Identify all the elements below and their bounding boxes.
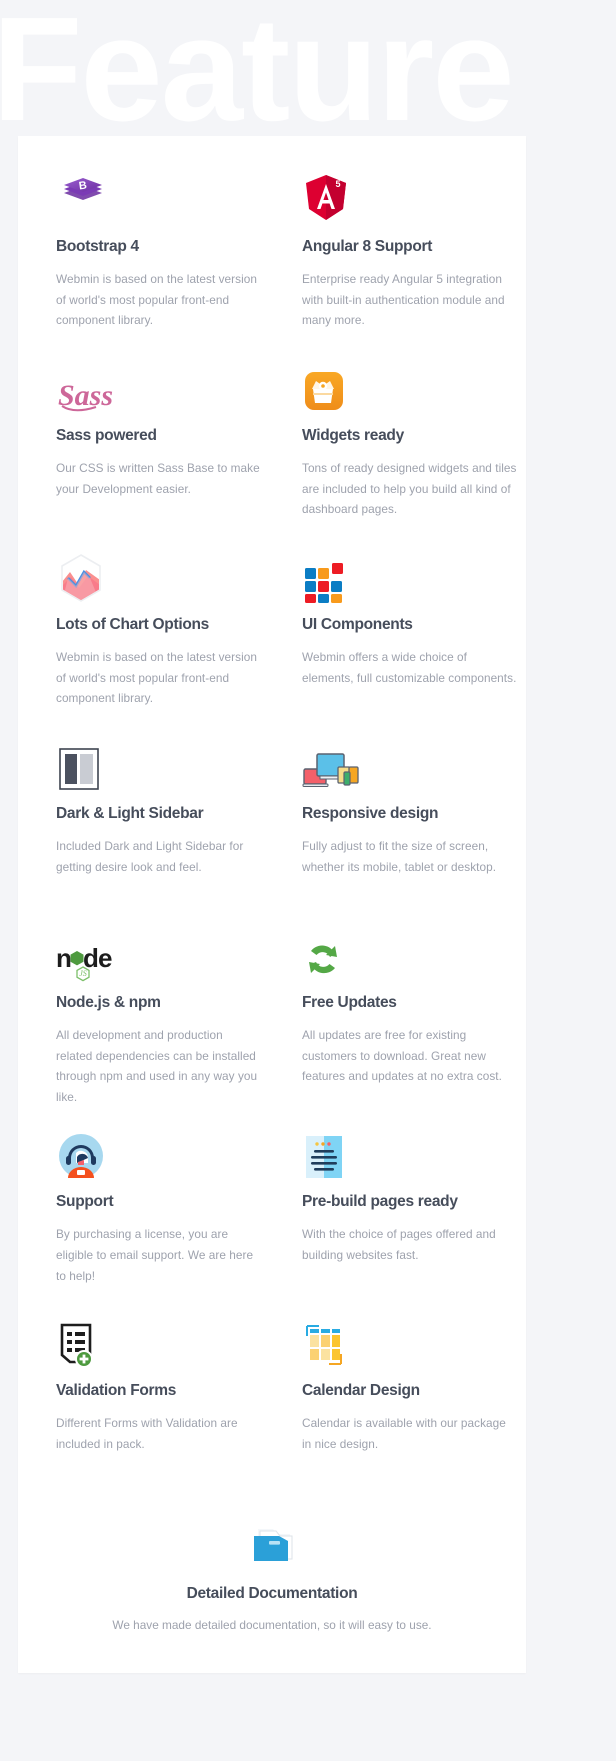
feature-title: Dark & Light Sidebar	[56, 805, 204, 822]
feature-description: Fully adjust to fit the size of screen, …	[302, 839, 497, 874]
feature-description: Included Dark and Light Sidebar for gett…	[56, 839, 244, 874]
feature-title: UI Components	[302, 616, 413, 633]
calendar-icon	[302, 1316, 526, 1370]
feature-title: Free Updates	[302, 994, 397, 1011]
feature-description: By purchasing a license, you are eligibl…	[56, 1227, 254, 1283]
chart-hexagon-icon	[56, 550, 260, 604]
svg-text:e: e	[98, 943, 112, 973]
feature-title: Calendar Design	[302, 1382, 420, 1400]
feature-item[interactable]: Free Updates All updates are free for ex…	[284, 928, 526, 1107]
document-pages-icon	[302, 1127, 526, 1181]
feature-title: Lots of Chart Options	[56, 616, 209, 633]
feature-item[interactable]: Responsive design Fully adjust to fit th…	[284, 739, 526, 908]
feature-title: Validation Forms	[56, 1382, 177, 1400]
responsive-devices-icon	[302, 739, 526, 793]
bootstrap-icon: B	[56, 172, 260, 226]
feature-item[interactable]: Lots of Chart Options Webmin is based on…	[18, 550, 260, 719]
features-page: Feature B Bootstrap 4 Webmin is based on…	[0, 0, 616, 1761]
feature-description: All development and production related d…	[56, 1028, 258, 1104]
feature-title: Support	[56, 1193, 114, 1211]
feature-title: Pre-build pages ready	[302, 1193, 458, 1211]
background-watermark-text: Feature	[0, 0, 515, 152]
feature-item[interactable]: n d e JS Node.js & npm All development a…	[18, 928, 260, 1107]
svg-text:JS: JS	[79, 969, 87, 978]
feature-description: Webmin offers a wide choice of elements,…	[302, 650, 517, 685]
folder-icon	[58, 1523, 486, 1569]
refresh-updates-icon	[302, 928, 526, 982]
feature-description: Our CSS is written Sass Base to make you…	[56, 461, 260, 496]
documentation-title: Detailed Documentation	[186, 1585, 358, 1603]
feature-description: Different Forms with Validation are incl…	[56, 1416, 238, 1451]
widgets-icon	[302, 361, 526, 415]
feature-title: Sass powered	[56, 427, 157, 444]
documentation-description: We have made detailed documentation, so …	[112, 1618, 432, 1633]
feature-item[interactable]: Sass Sass powered Our CSS is written Sas…	[18, 361, 260, 530]
feature-item[interactable]: B Bootstrap 4 Webmin is based on the lat…	[18, 172, 260, 341]
feature-item[interactable]: Widgets ready Tons of ready designed wid…	[284, 361, 526, 530]
headset-support-icon	[56, 1127, 260, 1181]
feature-title: Node.js & npm	[56, 994, 161, 1011]
feature-item[interactable]: UI Components Webmin offers a wide choic…	[284, 550, 526, 719]
svg-text:Sass: Sass	[58, 379, 113, 412]
feature-description: With the choice of pages offered and bui…	[302, 1227, 496, 1262]
form-validation-icon	[56, 1316, 260, 1370]
feature-title: Bootstrap 4	[56, 238, 139, 255]
feature-description: Webmin is based on the latest version of…	[56, 650, 257, 706]
feature-description: Tons of ready designed widgets and tiles…	[302, 461, 517, 517]
nodejs-icon: n d e JS	[56, 928, 260, 982]
feature-description: Webmin is based on the latest version of…	[56, 272, 257, 328]
feature-description: Enterprise ready Angular 5 integration w…	[302, 272, 505, 328]
feature-item[interactable]: Calendar Design Calendar is available wi…	[284, 1316, 526, 1485]
angular-icon: 5	[302, 172, 526, 226]
feature-item[interactable]: Dark & Light Sidebar Included Dark and L…	[18, 739, 260, 908]
svg-text:5: 5	[335, 179, 340, 189]
features-card: B Bootstrap 4 Webmin is based on the lat…	[18, 136, 526, 1674]
feature-item[interactable]: Support By purchasing a license, you are…	[18, 1127, 260, 1296]
feature-description: Calendar is available with our package i…	[302, 1416, 506, 1451]
feature-title: Widgets ready	[302, 427, 404, 444]
sidebar-theme-icon	[56, 739, 260, 793]
svg-text:B: B	[78, 180, 88, 193]
feature-item[interactable]: 5 Angular 8 Support Enterprise ready Ang…	[284, 172, 526, 341]
svg-text:n: n	[56, 943, 72, 973]
feature-item[interactable]: Validation Forms Different Forms with Va…	[18, 1316, 260, 1485]
documentation-block: Detailed Documentation We have made deta…	[18, 1505, 526, 1643]
sass-icon: Sass	[56, 361, 260, 415]
ui-components-grid-icon	[302, 550, 526, 604]
features-grid: B Bootstrap 4 Webmin is based on the lat…	[18, 172, 526, 1505]
feature-item[interactable]: Pre-build pages ready With the choice of…	[284, 1127, 526, 1296]
feature-title: Responsive design	[302, 805, 439, 822]
feature-description: All updates are free for existing custom…	[302, 1028, 502, 1084]
feature-title: Angular 8 Support	[302, 238, 433, 255]
